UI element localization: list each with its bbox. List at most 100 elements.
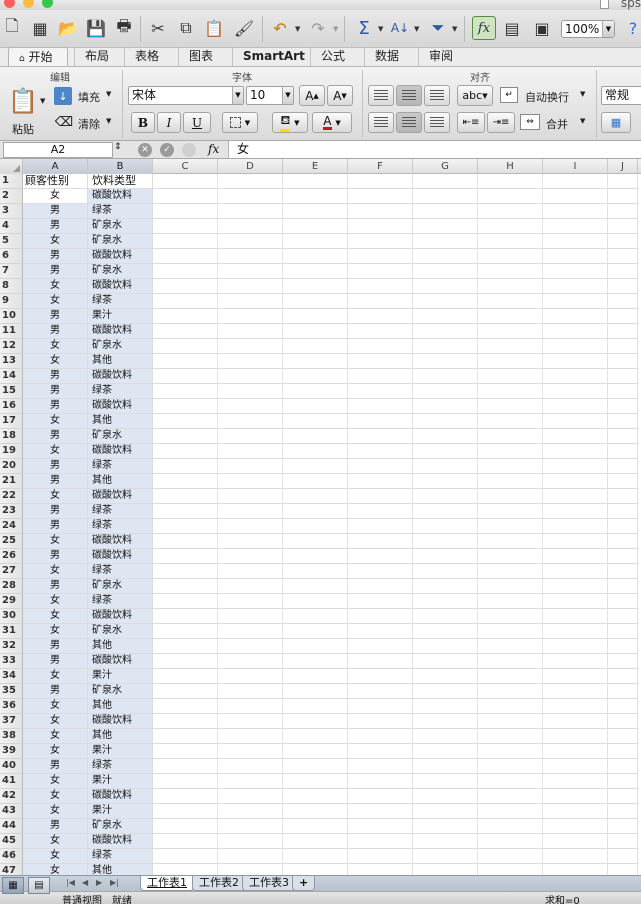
empty-cell[interactable] (283, 414, 348, 429)
align-middle-button[interactable] (396, 85, 422, 106)
empty-cell[interactable] (218, 654, 283, 669)
empty-cell[interactable] (478, 534, 543, 549)
empty-cell[interactable] (413, 414, 478, 429)
column-header-b[interactable]: B (88, 159, 153, 174)
row-header[interactable]: 46 (0, 849, 23, 864)
empty-cell[interactable] (608, 339, 638, 354)
empty-cell[interactable] (608, 699, 638, 714)
empty-cell[interactable] (478, 309, 543, 324)
cell-drink-type[interactable]: 矿泉水 (88, 219, 153, 234)
tab-data[interactable]: 数据 (364, 47, 409, 66)
cell-drink-type[interactable]: 碳酸饮料 (88, 279, 153, 294)
empty-cell[interactable] (478, 399, 543, 414)
empty-cell[interactable] (218, 234, 283, 249)
empty-cell[interactable] (478, 774, 543, 789)
empty-cell[interactable] (153, 789, 218, 804)
gallery-icon[interactable]: ▦ (28, 16, 52, 40)
cell-drink-type[interactable]: 绿茶 (88, 204, 153, 219)
empty-cell[interactable] (348, 324, 413, 339)
font-name-dropdown-icon[interactable]: ▼ (232, 87, 243, 104)
row-header[interactable]: 28 (0, 579, 23, 594)
empty-cell[interactable] (153, 429, 218, 444)
empty-cell[interactable] (608, 864, 638, 875)
empty-cell[interactable] (153, 834, 218, 849)
empty-cell[interactable] (283, 384, 348, 399)
clear-label[interactable]: 清除 (78, 116, 100, 132)
empty-cell[interactable] (413, 819, 478, 834)
empty-cell[interactable] (608, 639, 638, 654)
empty-cell[interactable] (608, 369, 638, 384)
empty-cell[interactable] (153, 729, 218, 744)
empty-cell[interactable] (413, 684, 478, 699)
empty-cell[interactable] (283, 579, 348, 594)
empty-cell[interactable] (283, 264, 348, 279)
empty-cell[interactable] (543, 744, 608, 759)
empty-cell[interactable] (608, 759, 638, 774)
number-format-select[interactable]: 常规 (601, 86, 641, 105)
empty-cell[interactable] (413, 249, 478, 264)
empty-cell[interactable] (478, 369, 543, 384)
wrap-text-label[interactable]: 自动换行 (525, 89, 569, 105)
copy-icon[interactable]: ⧉ (174, 16, 198, 40)
increase-indent-button[interactable]: ⇥≡ (487, 112, 515, 133)
empty-cell[interactable] (543, 594, 608, 609)
empty-cell[interactable] (608, 789, 638, 804)
empty-cell[interactable] (218, 384, 283, 399)
new-document-icon[interactable]: 🗋 (0, 16, 24, 40)
empty-cell[interactable] (543, 204, 608, 219)
empty-cell[interactable] (348, 279, 413, 294)
empty-cell[interactable] (543, 249, 608, 264)
empty-cell[interactable] (283, 504, 348, 519)
empty-cell[interactable] (153, 324, 218, 339)
filter-icon[interactable]: ⏷ (426, 16, 450, 40)
empty-cell[interactable] (543, 324, 608, 339)
open-folder-icon[interactable]: 📂 (56, 16, 80, 40)
empty-cell[interactable] (608, 204, 638, 219)
cell-gender[interactable]: 女 (23, 564, 88, 579)
undo-icon[interactable]: ↶ (268, 16, 292, 40)
empty-cell[interactable] (478, 234, 543, 249)
empty-cell[interactable] (608, 459, 638, 474)
empty-cell[interactable] (413, 234, 478, 249)
row-header[interactable]: 18 (0, 429, 23, 444)
empty-cell[interactable] (608, 189, 638, 204)
cell-gender[interactable]: 男 (23, 459, 88, 474)
empty-cell[interactable] (413, 774, 478, 789)
cell-drink-type[interactable]: 其他 (88, 474, 153, 489)
empty-cell[interactable] (413, 594, 478, 609)
italic-button[interactable]: I (157, 112, 181, 133)
empty-cell[interactable] (283, 864, 348, 875)
formula-input[interactable]: 女 (228, 141, 641, 158)
cell-drink-type[interactable]: 果汁 (88, 669, 153, 684)
row-header[interactable]: 30 (0, 609, 23, 624)
empty-cell[interactable] (348, 219, 413, 234)
align-center-button[interactable] (396, 112, 422, 133)
empty-cell[interactable] (348, 834, 413, 849)
empty-cell[interactable] (348, 744, 413, 759)
empty-cell[interactable] (608, 804, 638, 819)
row-header[interactable]: 16 (0, 399, 23, 414)
empty-cell[interactable] (348, 669, 413, 684)
empty-cell[interactable] (348, 369, 413, 384)
empty-cell[interactable] (218, 834, 283, 849)
row-header[interactable]: 17 (0, 414, 23, 429)
empty-cell[interactable] (218, 579, 283, 594)
cell-drink-type[interactable]: 果汁 (88, 804, 153, 819)
empty-cell[interactable] (478, 474, 543, 489)
cell-gender[interactable]: 男 (23, 579, 88, 594)
empty-cell[interactable] (283, 534, 348, 549)
empty-cell[interactable] (283, 369, 348, 384)
row-header[interactable]: 43 (0, 804, 23, 819)
cell-drink-type[interactable]: 果汁 (88, 744, 153, 759)
empty-cell[interactable] (478, 264, 543, 279)
paste-icon[interactable]: 📋 (202, 16, 226, 40)
cell-drink-type[interactable]: 果汁 (88, 774, 153, 789)
empty-cell[interactable] (218, 609, 283, 624)
fill-color-button[interactable]: ⛾ ▼ (272, 112, 308, 133)
empty-cell[interactable] (283, 564, 348, 579)
empty-cell[interactable] (283, 174, 348, 189)
row-header[interactable]: 19 (0, 444, 23, 459)
help-icon[interactable]: ? (621, 16, 641, 40)
row-header[interactable]: 4 (0, 219, 23, 234)
empty-cell[interactable] (413, 564, 478, 579)
